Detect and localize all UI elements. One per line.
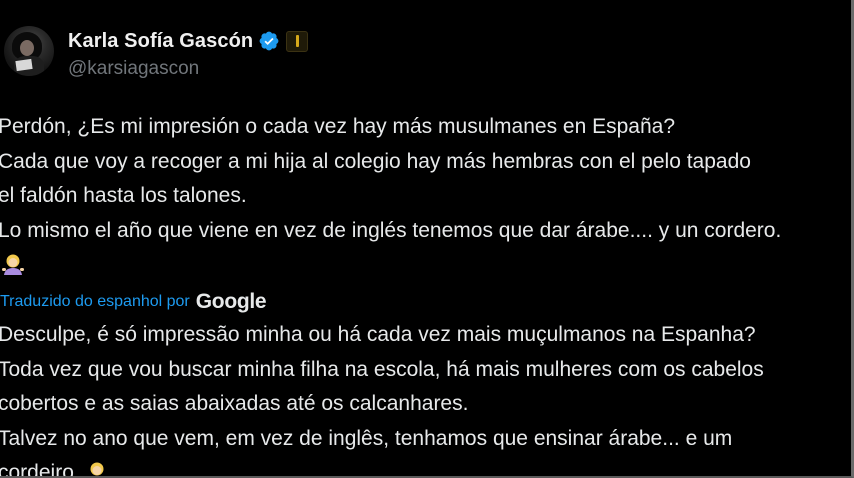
- tweet-text-line: Lo mismo el año que viene en vez de ingl…: [0, 218, 782, 242]
- translated-text-line: Toda vez que vou buscar minha filha na e…: [0, 357, 764, 381]
- tweet-text-line: Cada que voy a recoger a mi hija al cole…: [0, 149, 751, 173]
- woman-shrugging-emoji-icon: [90, 462, 104, 476]
- translated-text-line: Talvez no ano que vem, em vez de inglês,…: [0, 426, 733, 450]
- tweet-text-line: Perdón, ¿Es mi impresión o cada vez hay …: [0, 115, 675, 138]
- translated-text-line: cobertos e as saias abaixadas até os cal…: [0, 392, 469, 415]
- woman-shrugging-emoji-icon: [2, 254, 24, 276]
- affiliate-badge-icon[interactable]: [286, 30, 309, 52]
- translated-text-line: cordeiro.: [0, 461, 80, 478]
- author-handle[interactable]: @karsiagascon: [68, 58, 199, 80]
- translation-credit-label[interactable]: Traduzido do espanhol por: [0, 293, 190, 311]
- verified-badge-icon[interactable]: [258, 30, 280, 52]
- avatar-face: [20, 40, 34, 56]
- translation-credit: Traduzido do espanhol por Google: [0, 290, 267, 314]
- tweet-card: Karla Sofía Gascón @karsiagascon Perdón,…: [0, 0, 854, 478]
- translated-last-line: cordeiro.: [0, 456, 851, 478]
- tweet-original-text: Perdón, ¿Es mi impresión o cada vez hay …: [0, 110, 851, 283]
- google-logo: Google: [195, 290, 267, 313]
- author-avatar[interactable]: [4, 26, 54, 76]
- author-display-name[interactable]: Karla Sofía Gascón: [68, 30, 253, 53]
- tweet-text-line: el faldón hasta los talones.: [0, 184, 247, 207]
- translated-text-line: Desculpe, é só impressão minha ou há cad…: [0, 323, 756, 346]
- tweet-header: Karla Sofía Gascón @karsiagascon: [4, 18, 604, 88]
- tweet-translated-text: Desculpe, é só impressão minha ou há cad…: [0, 318, 851, 478]
- author-name-row: Karla Sofía Gascón: [68, 28, 309, 54]
- tweet-emoji-line: [0, 248, 851, 283]
